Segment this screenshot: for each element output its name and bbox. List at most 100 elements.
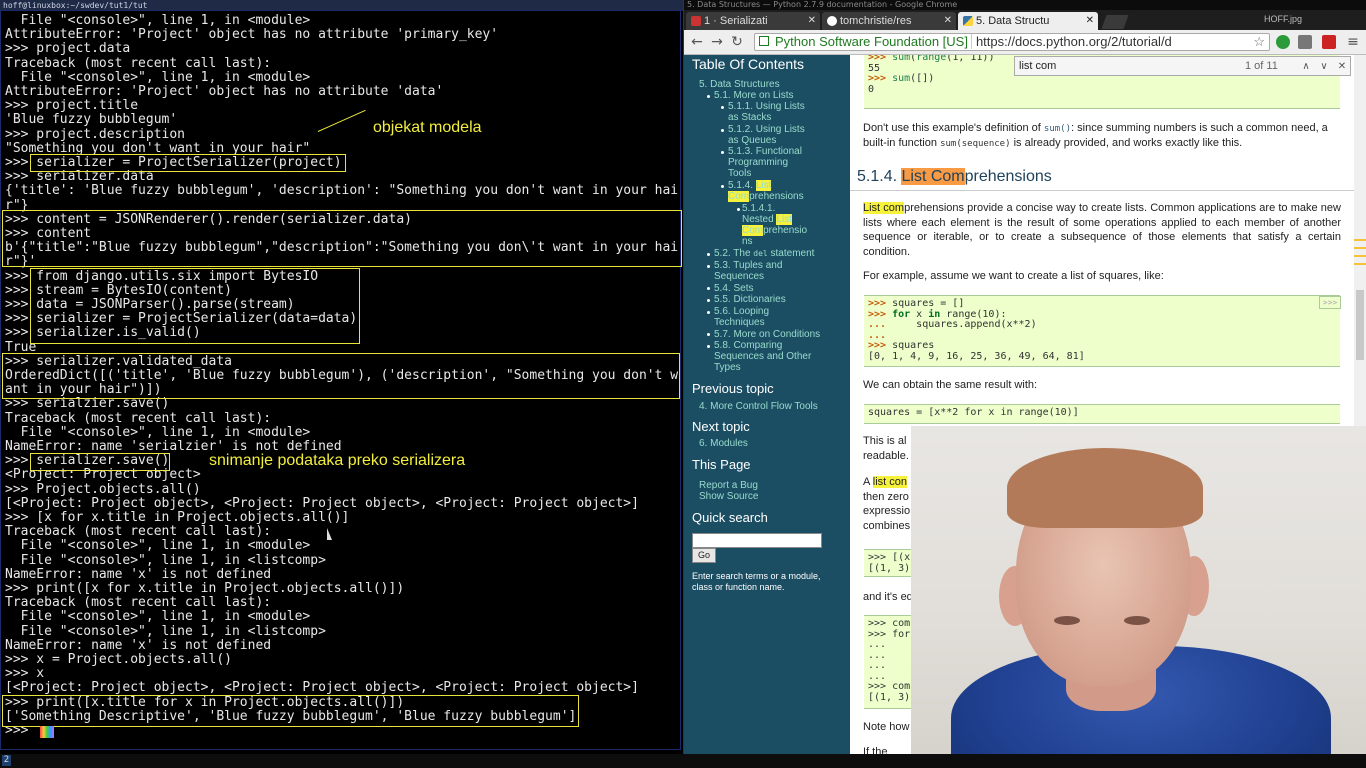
tab-github[interactable]: tomchristie/res ✕: [822, 12, 956, 30]
find-next-button[interactable]: ∨: [1316, 58, 1332, 74]
paragraph-same-result: We can obtain the same result with:: [863, 379, 1038, 391]
toc-item-more-on-lists[interactable]: 5.1. More on Lists: [714, 90, 793, 101]
terminal-line: >>> project.title: [5, 98, 139, 114]
address-bar[interactable]: Python Software Foundation [US] https://d…: [754, 33, 1270, 51]
terminal-line: >>> project.description: [5, 126, 186, 142]
scrollbar-thumb[interactable]: [1356, 290, 1364, 360]
copy-button[interactable]: >>>: [1319, 296, 1341, 309]
eye: [1124, 616, 1150, 625]
browser-toolbar: ← → ↻ Python Software Foundation [US] htt…: [684, 30, 1366, 55]
bullet: [721, 151, 724, 154]
section-heading-list-comprehensions: 5.1.4. List Comprehensions: [857, 168, 1052, 185]
highlight-box-render: [2, 210, 682, 267]
tab-serialization[interactable]: 1 · Serializati ✕: [686, 12, 820, 30]
toc-item-nested[interactable]: 5.1.4.1.: [742, 203, 775, 214]
terminal-line: File "<console>", line 1, in <module>: [5, 538, 311, 554]
toc-item-functional-2[interactable]: Programming: [728, 157, 788, 168]
annotation-model-object: objekat modela: [373, 119, 482, 136]
extension-puzzle-icon[interactable]: [1298, 35, 1312, 49]
tab-data-structures[interactable]: 5. Data Structu ✕: [958, 12, 1098, 30]
toc-item-functional[interactable]: 5.1.3. Functional: [728, 146, 802, 157]
bullet: [707, 311, 710, 314]
terminal-line: File "<console>", line 1, in <module>: [5, 69, 311, 85]
close-icon[interactable]: ✕: [1086, 12, 1094, 30]
github-icon: [827, 16, 837, 26]
previous-topic-heading: Previous topic: [692, 381, 774, 396]
toc-item-tuples-2[interactable]: Sequences: [714, 271, 764, 282]
previous-topic-link[interactable]: 4. More Control Flow Tools: [699, 401, 818, 412]
toc-item-sets[interactable]: 5.4. Sets: [714, 283, 753, 294]
highlight-box-serializer-init: [30, 154, 346, 172]
workspace-indicator[interactable]: 2: [2, 755, 11, 766]
hair: [1007, 448, 1203, 528]
tab-label: 5. Data Structu: [976, 15, 1050, 27]
quick-search-input[interactable]: [692, 533, 822, 548]
menu-icon[interactable]: ≡: [1344, 33, 1362, 51]
close-icon[interactable]: ✕: [944, 12, 952, 30]
toc-item-stacks[interactable]: 5.1.1. Using Lists: [728, 101, 805, 112]
next-topic-heading: Next topic: [692, 419, 750, 434]
toc-item-comparing[interactable]: 5.8. Comparing: [714, 340, 782, 351]
mouse-pointer-icon: [327, 528, 332, 540]
toc-item-comparing-2[interactable]: Sequences and Other: [714, 351, 811, 362]
terminal-line: NameError: name 'serialzier' is not defi…: [5, 439, 342, 454]
terminal-line: >>> print([x for x.title in Project.obje…: [5, 581, 405, 596]
report-bug-link[interactable]: Report a Bug: [699, 480, 758, 491]
toc-item-dictionaries[interactable]: 5.5. Dictionaries: [714, 294, 786, 305]
bullet: [737, 208, 740, 211]
toc-item-list-comprehensions[interactable]: 5.1.4. List: [728, 180, 772, 191]
toc-item-functional-3[interactable]: Tools: [728, 168, 751, 179]
find-close-button[interactable]: ✕: [1334, 58, 1350, 74]
paragraph-intro: List comprehensions provide a concise wa…: [863, 202, 1341, 258]
reload-button[interactable]: ↻: [728, 33, 746, 51]
toc-item-queues-2[interactable]: as Queues: [728, 135, 776, 146]
annotation-save-note: snimanje podataka preko serializera: [209, 452, 466, 469]
toc-item-nested-4[interactable]: ns: [742, 236, 753, 247]
terminal-line: NameError: name 'x' is not defined: [5, 566, 272, 582]
find-in-page-bar[interactable]: list com 1 of 11 ∧ ∨ ✕: [1014, 56, 1351, 76]
terminal-line: File "<console>", line 1, in <module>: [5, 13, 311, 28]
webcam-overlay: [911, 426, 1366, 754]
toc-heading: Table Of Contents: [692, 56, 805, 72]
bookmark-star-icon[interactable]: ☆: [1253, 34, 1265, 50]
next-topic-link[interactable]: 6. Modules: [699, 438, 748, 449]
toc-item-data-structures[interactable]: 5. Data Structures: [699, 79, 780, 90]
show-source-link[interactable]: Show Source: [699, 491, 758, 502]
go-button[interactable]: Go: [692, 548, 716, 563]
highlight-box-print: [2, 695, 579, 727]
toc-item-stacks-2[interactable]: as Stacks: [728, 112, 771, 123]
back-button[interactable]: ←: [688, 33, 706, 51]
find-previous-button[interactable]: ∧: [1298, 58, 1314, 74]
bullet: [707, 287, 710, 290]
toc-item-list-comprehensions-2[interactable]: Comprehensions: [728, 191, 804, 202]
profile-button[interactable]: HOFF.jpg: [1264, 12, 1360, 26]
toc-item-looping-2[interactable]: Techniques: [714, 317, 765, 328]
toc-item-queues[interactable]: 5.1.2. Using Lists: [728, 124, 805, 135]
highlight-box-save: [30, 453, 170, 471]
toc-item-looping[interactable]: 5.6. Looping: [714, 306, 769, 317]
toc-item-del[interactable]: 5.2. The del statement: [714, 248, 814, 259]
toc-item-nested-2[interactable]: Nested List: [742, 214, 793, 225]
terminal-window[interactable]: hoff@linuxbox:~/swdev/tut1/tut File "<co…: [0, 0, 684, 754]
toc-item-tuples[interactable]: 5.3. Tuples and: [714, 260, 782, 271]
terminal-line: [<Project: Project object>, <Project: Pr…: [5, 680, 639, 696]
ev-certificate-badge[interactable]: Python Software Foundation [US]: [772, 34, 972, 49]
extension-green-icon[interactable]: [1276, 35, 1290, 49]
close-icon[interactable]: ✕: [808, 12, 816, 30]
bullet: [707, 333, 710, 336]
extension-red-icon[interactable]: [1322, 35, 1336, 49]
new-tab-button[interactable]: [1101, 15, 1129, 29]
code-block-squares: >>> squares = [] >>> for x in range(10):…: [864, 295, 1340, 367]
toc-item-comparing-3[interactable]: Types: [714, 362, 741, 373]
terminal-line: {'title': 'Blue fuzzy bubblegum', 'descr…: [5, 183, 679, 199]
toc-item-nested-3[interactable]: Comprehensio: [742, 225, 807, 236]
url-text[interactable]: https://docs.python.org/2/tutorial/d: [972, 34, 1172, 49]
eye: [1054, 616, 1080, 625]
forward-button[interactable]: →: [708, 33, 726, 51]
tab-label: tomchristie/res: [840, 15, 912, 27]
find-input[interactable]: list com: [1019, 57, 1056, 75]
section-divider: [850, 190, 1354, 191]
bullet: [707, 299, 710, 302]
toc-item-conditions[interactable]: 5.7. More on Conditions: [714, 329, 820, 340]
terminal-line: >>> Project.objects.all(): [5, 481, 201, 497]
